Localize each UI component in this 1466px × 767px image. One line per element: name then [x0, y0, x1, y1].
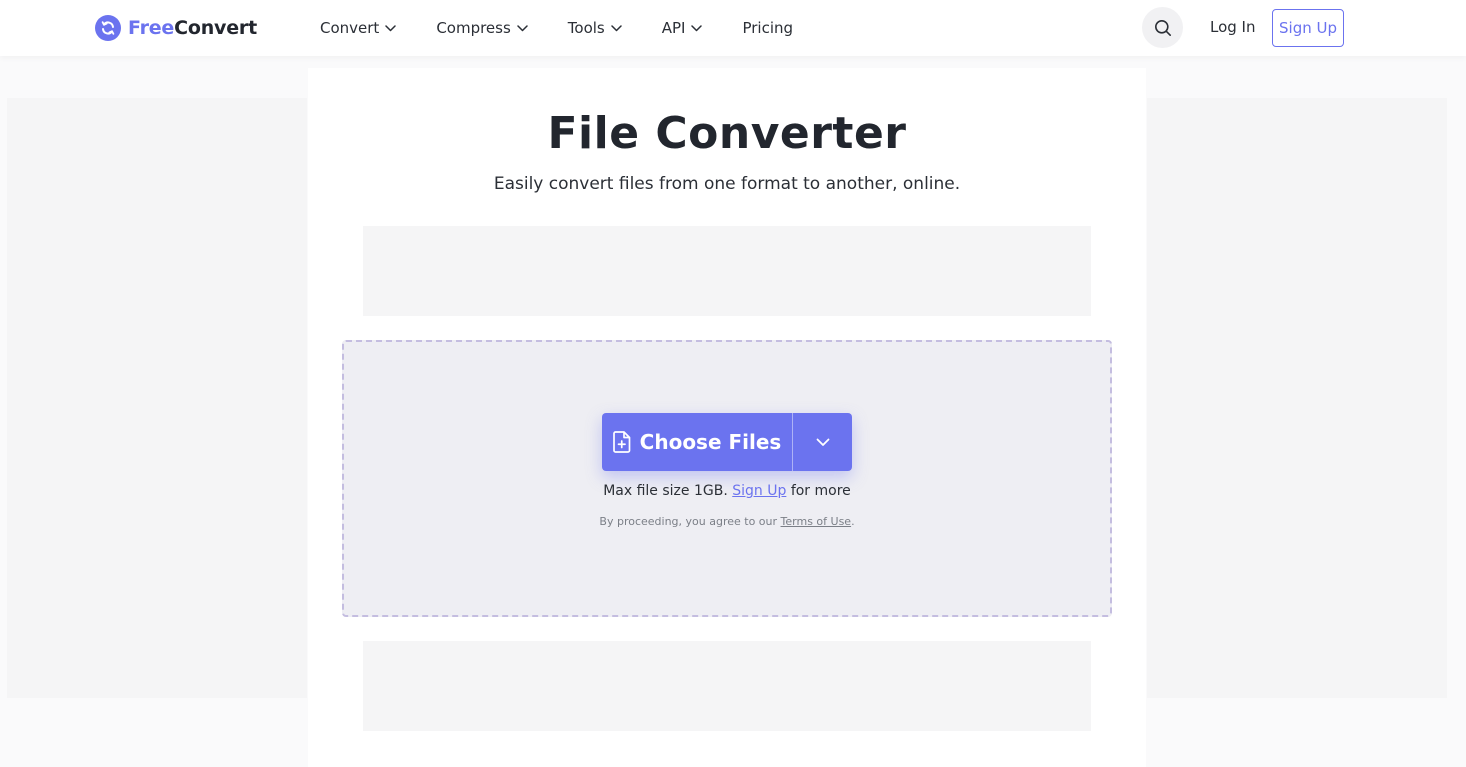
nav-item-tools[interactable]: Tools: [568, 19, 622, 37]
chevron-down-icon: [691, 24, 703, 31]
chevron-down-icon: [611, 24, 622, 31]
nav-item-convert[interactable]: Convert: [320, 19, 397, 37]
max-file-size-note: Max file size 1GB. Sign Up for more: [342, 483, 1112, 499]
page-subtitle: Easily convert files from one format to …: [493, 174, 961, 194]
bottom-ad-banner: [363, 641, 1091, 731]
nav-item-label: API: [661, 19, 686, 37]
terms-note: By proceeding, you agree to our Terms of…: [342, 515, 1112, 528]
nav-item-label: Tools: [567, 19, 605, 37]
max-size-text: Max file size 1GB.: [603, 483, 728, 499]
chevron-down-icon: [816, 438, 829, 446]
nav-item-api[interactable]: API: [662, 19, 703, 37]
search-icon: [1154, 19, 1171, 36]
terms-of-use-link[interactable]: Terms of Use: [781, 515, 852, 528]
left-ad-placeholder: [7, 98, 307, 698]
choose-files-button[interactable]: Choose Files: [602, 413, 792, 471]
signup-link[interactable]: Sign Up: [732, 483, 786, 499]
logo-text-free: Free: [128, 17, 175, 39]
upload-source-dropdown-button[interactable]: [792, 413, 852, 471]
file-plus-icon: [612, 431, 631, 453]
site-header: FreeConvert Convert Compress Tools API P…: [0, 0, 1466, 56]
nav-item-label: Convert: [320, 19, 380, 37]
nav-item-label: Compress: [436, 19, 511, 37]
nav-item-pricing[interactable]: Pricing: [742, 19, 793, 37]
choose-files-label: Choose Files: [639, 430, 782, 454]
chevron-down-icon: [517, 24, 528, 31]
terms-period: .: [851, 515, 855, 528]
signup-button[interactable]: Sign Up: [1272, 9, 1344, 47]
right-ad-placeholder: [1147, 98, 1447, 698]
main-nav: Convert Compress Tools API Pricing: [320, 0, 833, 56]
nav-item-label: Pricing: [742, 19, 794, 37]
top-ad-banner: [363, 226, 1091, 316]
refresh-logo-icon: [95, 15, 121, 41]
terms-text: By proceeding, you agree to our: [599, 515, 778, 528]
freeconvert-logo[interactable]: FreeConvert: [95, 14, 257, 42]
choose-files-button-group: Choose Files: [602, 413, 852, 471]
login-link[interactable]: Log In: [1210, 18, 1256, 36]
max-size-suffix: for more: [790, 483, 851, 499]
logo-text-convert: Convert: [174, 17, 257, 39]
file-drop-zone[interactable]: [342, 340, 1112, 617]
chevron-down-icon: [385, 24, 397, 31]
logo-text: FreeConvert: [128, 17, 257, 39]
page-title: File Converter: [547, 108, 907, 159]
search-button[interactable]: [1142, 7, 1183, 48]
nav-item-compress[interactable]: Compress: [436, 19, 528, 37]
